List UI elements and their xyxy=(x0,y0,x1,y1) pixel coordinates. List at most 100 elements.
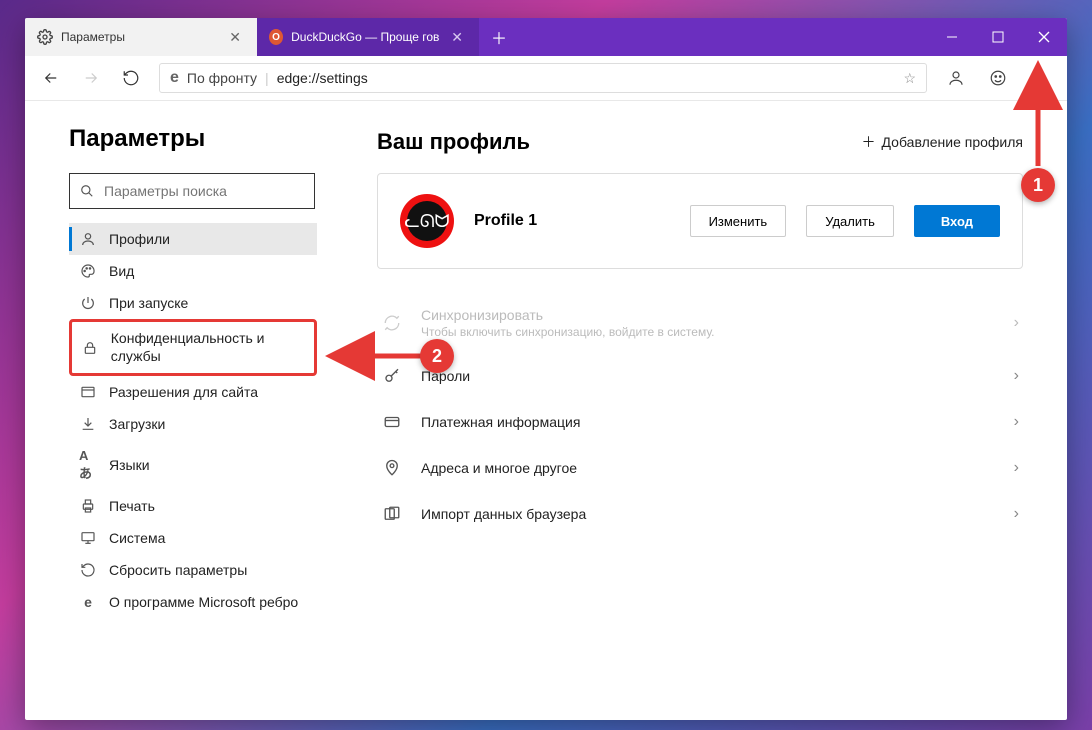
edge-icon: e xyxy=(170,69,179,87)
search-icon xyxy=(80,184,94,198)
search-input[interactable] xyxy=(104,183,304,199)
sidebar-item-appearance[interactable]: Вид xyxy=(69,255,317,287)
sidebar-item-downloads[interactable]: Загрузки xyxy=(69,408,317,440)
palette-icon xyxy=(79,263,97,279)
sidebar-item-label: При запуске xyxy=(109,295,188,311)
sidebar-item-label: Загрузки xyxy=(109,416,165,432)
lock-icon xyxy=(82,340,99,356)
feedback-icon[interactable] xyxy=(979,59,1017,97)
option-sync: Синхронизировать Чтобы включить синхрони… xyxy=(377,293,1023,353)
close-window-button[interactable] xyxy=(1021,18,1067,56)
settings-menu: Профили Вид При запуске Конфиденциальнос… xyxy=(69,223,345,618)
option-label: Пароли xyxy=(421,368,996,384)
add-profile-label: Добавление профиля xyxy=(882,134,1023,150)
option-import[interactable]: Импорт данных браузера › xyxy=(377,491,1023,537)
sidebar-item-languages[interactable]: Аあ Языки xyxy=(69,440,317,490)
permissions-icon xyxy=(79,384,97,400)
option-addresses[interactable]: Адреса и многое другое › xyxy=(377,445,1023,491)
sidebar-item-about[interactable]: e О программе Microsoft ребро xyxy=(69,586,317,618)
sync-icon xyxy=(381,314,403,332)
option-subtitle: Чтобы включить синхронизацию, войдите в … xyxy=(421,325,996,339)
sidebar-item-reset[interactable]: Сбросить параметры xyxy=(69,554,317,586)
close-icon[interactable]: ✕ xyxy=(225,29,245,46)
duckduckgo-icon: O xyxy=(269,29,283,45)
avatar-face-icon: ᓚᘏᗢ xyxy=(407,201,447,241)
sidebar-title: Параметры xyxy=(69,125,345,153)
gear-icon xyxy=(37,29,53,45)
download-icon xyxy=(79,416,97,432)
titlebar: Параметры ✕ O DuckDuckGo — Проще говоря … xyxy=(25,18,1067,56)
sidebar-item-label: Система xyxy=(109,530,165,546)
settings-main: Ваш профиль ＋ Добавление профиля ᓚᘏᗢ Pro… xyxy=(365,101,1067,720)
power-icon xyxy=(79,295,97,311)
tab-label: DuckDuckGo — Проще говоря xyxy=(291,30,439,44)
new-tab-button[interactable]: ＋ xyxy=(479,18,519,56)
profile-icon[interactable] xyxy=(937,59,975,97)
chevron-right-icon: › xyxy=(1014,505,1019,523)
settings-sidebar: Параметры Профили Вид При запуске xyxy=(25,101,365,720)
settings-search[interactable] xyxy=(69,173,315,209)
tab-settings[interactable]: Параметры ✕ xyxy=(25,18,257,56)
sidebar-item-startup[interactable]: При запуске xyxy=(69,287,317,319)
option-payment[interactable]: Платежная информация › xyxy=(377,399,1023,445)
add-profile-button[interactable]: ＋ Добавление профиля xyxy=(862,132,1023,152)
profile-name: Profile 1 xyxy=(474,212,670,230)
profile-card: ᓚᘏᗢ Profile 1 Изменить Удалить Вход xyxy=(377,173,1023,269)
printer-icon xyxy=(79,498,97,514)
close-icon[interactable]: ✕ xyxy=(447,29,467,46)
sidebar-item-label: Языки xyxy=(109,457,150,473)
sidebar-item-label: Вид xyxy=(109,263,134,279)
tab-duckduckgo[interactable]: O DuckDuckGo — Проще говоря ✕ xyxy=(257,18,479,56)
card-icon xyxy=(381,413,403,431)
sidebar-item-label: О программе Microsoft ребро xyxy=(109,594,298,610)
avatar: ᓚᘏᗢ xyxy=(400,194,454,248)
person-icon xyxy=(79,231,97,247)
chevron-right-icon: › xyxy=(1014,314,1019,332)
key-icon xyxy=(381,367,403,385)
location-icon xyxy=(381,459,403,477)
chevron-right-icon: › xyxy=(1014,459,1019,477)
browser-window: Параметры ✕ O DuckDuckGo — Проще говоря … xyxy=(25,18,1067,720)
sidebar-item-profiles[interactable]: Профили xyxy=(69,223,317,255)
refresh-button[interactable] xyxy=(113,60,149,96)
import-icon xyxy=(381,505,403,523)
option-label: Синхронизировать xyxy=(421,307,996,323)
language-icon: Аあ xyxy=(79,448,97,482)
more-menu-button[interactable] xyxy=(1021,59,1059,97)
option-label: Импорт данных браузера xyxy=(421,506,996,522)
tab-label: Параметры xyxy=(61,30,125,44)
forward-button[interactable] xyxy=(73,60,109,96)
sidebar-item-label: Печать xyxy=(109,498,155,514)
edit-profile-button[interactable]: Изменить xyxy=(690,205,787,237)
sidebar-item-system[interactable]: Система xyxy=(69,522,317,554)
sidebar-item-site-permissions[interactable]: Разрешения для сайта xyxy=(69,376,317,408)
page-title: Ваш профиль xyxy=(377,129,862,155)
url-text: edge://settings xyxy=(277,70,368,86)
option-label: Адреса и многое другое xyxy=(421,460,996,476)
url-box[interactable]: e По фронту | edge://settings ☆ xyxy=(159,63,927,93)
sidebar-item-label: Профили xyxy=(109,231,170,247)
option-label: Платежная информация xyxy=(421,414,996,430)
option-passwords[interactable]: Пароли › xyxy=(377,353,1023,399)
main-header: Ваш профиль ＋ Добавление профиля xyxy=(377,129,1023,155)
favorite-icon[interactable]: ☆ xyxy=(903,70,916,87)
login-button[interactable]: Вход xyxy=(914,205,1000,237)
delete-profile-button[interactable]: Удалить xyxy=(806,205,894,237)
chevron-right-icon: › xyxy=(1014,367,1019,385)
plus-icon: ＋ xyxy=(862,132,876,152)
monitor-icon xyxy=(79,530,97,546)
edge-icon: e xyxy=(79,594,97,610)
chevron-right-icon: › xyxy=(1014,413,1019,431)
address-bar: e По фронту | edge://settings ☆ xyxy=(25,56,1067,101)
maximize-button[interactable] xyxy=(975,18,1021,56)
sidebar-item-label: Конфиденциальность и службы xyxy=(111,330,304,365)
sidebar-item-label: Разрешения для сайта xyxy=(109,384,258,400)
reset-icon xyxy=(79,562,97,578)
minimize-button[interactable] xyxy=(929,18,975,56)
sidebar-item-label: Сбросить параметры xyxy=(109,562,247,578)
site-identity: По фронту xyxy=(187,70,257,86)
sidebar-item-privacy[interactable]: Конфиденциальность и службы xyxy=(69,319,317,376)
back-button[interactable] xyxy=(33,60,69,96)
sidebar-item-print[interactable]: Печать xyxy=(69,490,317,522)
content: Параметры Профили Вид При запуске xyxy=(25,101,1067,720)
